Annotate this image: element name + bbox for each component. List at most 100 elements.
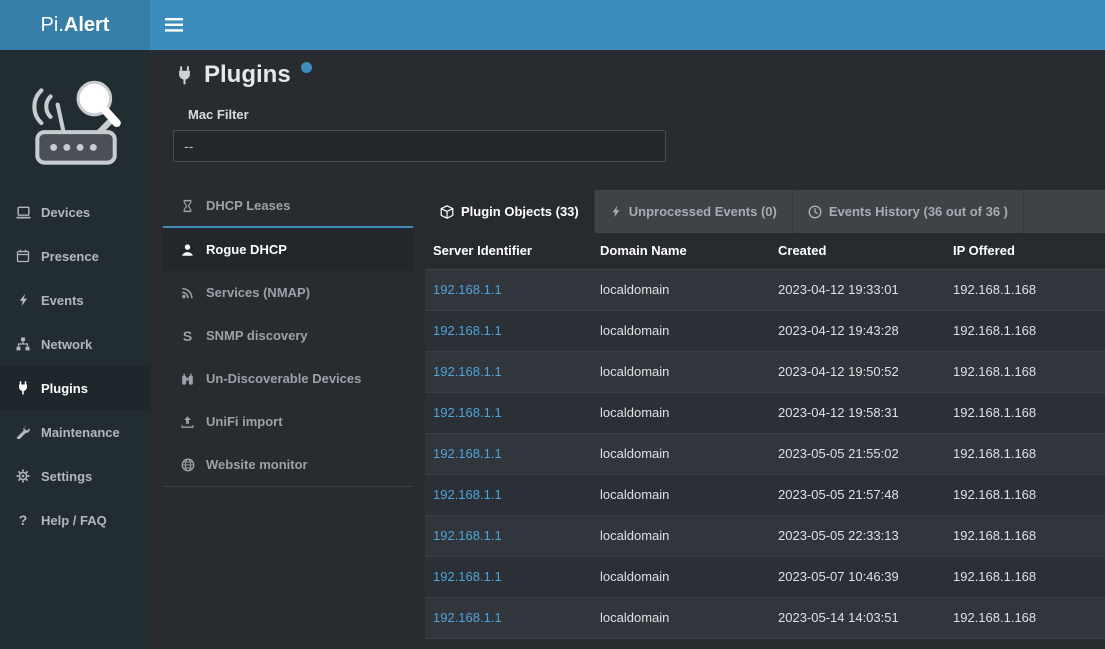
table-row: 192.168.1.1 localdomain 2023-05-07 10:46… — [425, 556, 1105, 597]
sidebar-nav: Devices Presence Events Network Plugins — [0, 190, 150, 542]
cell-created: 2023-05-07 10:46:39 — [770, 556, 945, 597]
plugin-item-label: Website monitor — [206, 457, 308, 472]
hamburger-icon — [165, 18, 183, 32]
tab-plugin-objects[interactable]: Plugin Objects (33) — [425, 190, 595, 233]
plugin-objects-table: Server Identifier Domain Name Created IP… — [425, 233, 1105, 639]
plugin-item-label: Rogue DHCP — [206, 242, 287, 257]
sidebar-toggle-button[interactable] — [150, 0, 198, 50]
cell-domain-name: localdomain — [592, 474, 770, 515]
plugin-nav: DHCP Leases Rogue DHCP Services (NMAP) S… — [163, 185, 413, 487]
binoculars-icon — [179, 372, 196, 386]
sidebar-item-label: Network — [41, 337, 92, 352]
cube-icon — [440, 205, 454, 219]
sidebar-item-events[interactable]: Events — [0, 278, 150, 322]
app-brand[interactable]: Pi.Alert — [0, 0, 150, 50]
cell-ip-offered: 192.168.1.168 — [945, 392, 1105, 433]
clock-icon — [808, 205, 822, 219]
sidebar-item-network[interactable]: Network — [0, 322, 150, 366]
cell-domain-name: localdomain — [592, 351, 770, 392]
sidebar-item-plugins[interactable]: Plugins — [0, 366, 150, 410]
plugin-item-label: UniFi import — [206, 414, 283, 429]
cell-created: 2023-05-14 14:03:51 — [770, 597, 945, 638]
tab-unprocessed-events[interactable]: Unprocessed Events (0) — [595, 190, 793, 233]
plugin-detail-panel: Plugin Objects (33) Unprocessed Events (… — [425, 190, 1105, 649]
plugin-item-website-monitor[interactable]: Website monitor — [163, 443, 413, 486]
sidebar-item-presence[interactable]: Presence — [0, 234, 150, 278]
top-navbar: Pi.Alert — [0, 0, 1105, 50]
column-header-server-identifier: Server Identifier — [425, 233, 592, 269]
presence-icon — [14, 249, 32, 263]
sidebar-item-label: Plugins — [41, 381, 88, 396]
plugin-item-services-nmap[interactable]: Services (NMAP) — [163, 271, 413, 314]
tab-label: Unprocessed Events (0) — [629, 204, 777, 219]
plugins-icon — [14, 381, 32, 395]
sidebar-item-label: Settings — [41, 469, 92, 484]
upload-icon — [179, 415, 196, 429]
cell-server-identifier[interactable]: 192.168.1.1 — [425, 515, 592, 556]
cell-ip-offered: 192.168.1.168 — [945, 474, 1105, 515]
plugin-item-snmp-discovery[interactable]: S SNMP discovery — [163, 314, 413, 357]
plug-icon — [175, 66, 194, 85]
app-logo-image — [0, 50, 150, 190]
cell-ip-offered: 192.168.1.168 — [945, 351, 1105, 392]
column-header-created: Created — [770, 233, 945, 269]
page-title: Plugins — [204, 60, 291, 90]
main-content: Plugins Mac Filter DHCP Leases Rogue DHC… — [150, 50, 1105, 649]
sidebar-item-maintenance[interactable]: Maintenance — [0, 410, 150, 454]
cell-server-identifier[interactable]: 192.168.1.1 — [425, 269, 592, 310]
table-body: 192.168.1.1 localdomain 2023-04-12 19:33… — [425, 269, 1105, 638]
brand-name: Alert — [64, 14, 110, 37]
hourglass-icon — [179, 199, 196, 213]
cell-ip-offered: 192.168.1.168 — [945, 433, 1105, 474]
help-badge-icon[interactable] — [301, 62, 312, 73]
plugin-item-dhcp-leases[interactable]: DHCP Leases — [163, 185, 413, 228]
plugin-item-label: Services (NMAP) — [206, 285, 310, 300]
devices-icon — [14, 205, 32, 220]
table-header-row: Server Identifier Domain Name Created IP… — [425, 233, 1105, 269]
sidebar-item-settings[interactable]: Settings — [0, 454, 150, 498]
table-row: 192.168.1.1 localdomain 2023-04-12 19:58… — [425, 392, 1105, 433]
cell-ip-offered: 192.168.1.168 — [945, 597, 1105, 638]
tab-label: Plugin Objects (33) — [461, 204, 579, 219]
cell-server-identifier[interactable]: 192.168.1.1 — [425, 351, 592, 392]
plugin-item-rogue-dhcp[interactable]: Rogue DHCP — [163, 228, 413, 271]
cell-server-identifier[interactable]: 192.168.1.1 — [425, 556, 592, 597]
table-row: 192.168.1.1 localdomain 2023-05-05 21:57… — [425, 474, 1105, 515]
mac-filter-label: Mac Filter — [188, 107, 249, 122]
page-header: Plugins — [175, 60, 312, 90]
table-row: 192.168.1.1 localdomain 2023-05-05 22:33… — [425, 515, 1105, 556]
mac-filter-input[interactable] — [173, 130, 666, 162]
network-icon — [14, 337, 32, 351]
sidebar-item-label: Maintenance — [41, 425, 120, 440]
plugin-item-label: Un-Discoverable Devices — [206, 371, 361, 386]
cell-ip-offered: 192.168.1.168 — [945, 310, 1105, 351]
cell-created: 2023-05-05 22:33:13 — [770, 515, 945, 556]
cell-created: 2023-04-12 19:33:01 — [770, 269, 945, 310]
plugin-item-undiscoverable-devices[interactable]: Un-Discoverable Devices — [163, 357, 413, 400]
cell-created: 2023-04-12 19:43:28 — [770, 310, 945, 351]
cell-server-identifier[interactable]: 192.168.1.1 — [425, 433, 592, 474]
column-header-domain-name: Domain Name — [592, 233, 770, 269]
cell-created: 2023-04-12 19:58:31 — [770, 392, 945, 433]
tab-events-history[interactable]: Events History (36 out of 36 ) — [793, 190, 1024, 233]
plugin-item-label: DHCP Leases — [206, 198, 290, 213]
plugin-item-unifi-import[interactable]: UniFi import — [163, 400, 413, 443]
events-icon — [14, 293, 32, 307]
cell-server-identifier[interactable]: 192.168.1.1 — [425, 310, 592, 351]
cell-server-identifier[interactable]: 192.168.1.1 — [425, 474, 592, 515]
cell-created: 2023-04-12 19:50:52 — [770, 351, 945, 392]
cell-domain-name: localdomain — [592, 597, 770, 638]
table-row: 192.168.1.1 localdomain 2023-05-05 21:55… — [425, 433, 1105, 474]
sidebar-item-devices[interactable]: Devices — [0, 190, 150, 234]
cell-domain-name: localdomain — [592, 433, 770, 474]
globe-icon — [179, 458, 196, 472]
sidebar-item-help[interactable]: ? Help / FAQ — [0, 498, 150, 542]
cell-server-identifier[interactable]: 192.168.1.1 — [425, 597, 592, 638]
help-icon: ? — [14, 512, 32, 528]
cell-server-identifier[interactable]: 192.168.1.1 — [425, 392, 592, 433]
sidebar-item-label: Devices — [41, 205, 90, 220]
cell-ip-offered: 192.168.1.168 — [945, 556, 1105, 597]
table-row: 192.168.1.1 localdomain 2023-04-12 19:50… — [425, 351, 1105, 392]
cell-domain-name: localdomain — [592, 556, 770, 597]
signal-icon — [179, 286, 196, 300]
